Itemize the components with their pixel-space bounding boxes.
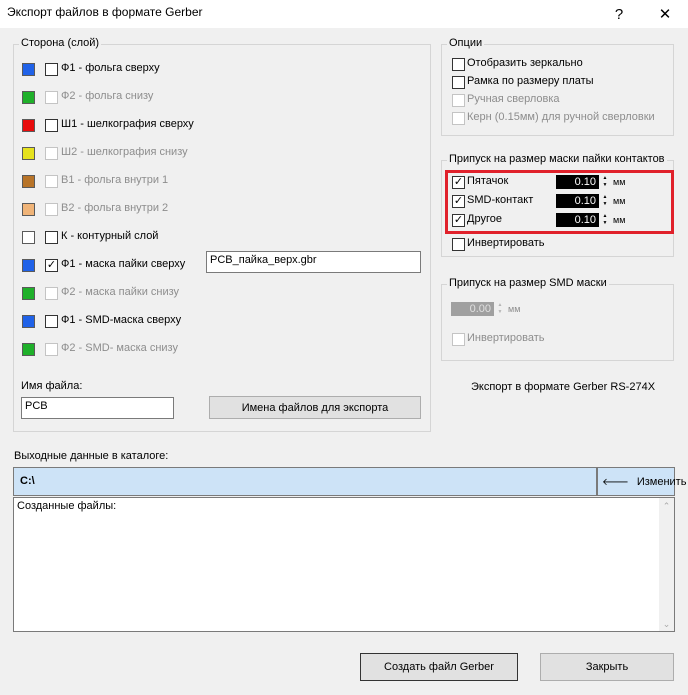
solder-mask-label: Другое <box>467 213 502 225</box>
option-checkbox[interactable] <box>452 76 465 89</box>
solder-mask-value[interactable]: 0.10 <box>556 175 599 189</box>
output-path: C:\ <box>13 467 597 496</box>
options-legend: Опции <box>447 37 485 49</box>
solder-mask-spinner[interactable]: ▲ ▼ <box>602 194 608 208</box>
solder-mask-invert-checkbox[interactable] <box>452 238 465 251</box>
smd-mask-spinner[interactable]: ▲ ▼ <box>497 302 503 316</box>
created-files-box <box>13 497 675 632</box>
solder-mask-spinner[interactable]: ▲ ▼ <box>602 213 608 227</box>
change-folder-label: Изменить <box>636 475 687 488</box>
layer-checkbox[interactable] <box>45 147 58 160</box>
layer-label: Ф2 - SMD- маска снизу <box>61 342 178 354</box>
layer-color-swatch <box>22 175 35 188</box>
layer-color-swatch <box>22 315 35 328</box>
scroll-up-icon[interactable]: ⌃ <box>660 500 673 512</box>
filename-label: Имя файла: <box>21 380 83 392</box>
arrow-left-icon: 🡐 <box>602 476 629 488</box>
layer-color-swatch <box>22 147 35 160</box>
option-label: Керн (0.15мм) для ручной сверловки <box>467 111 655 123</box>
layer-color-swatch <box>22 119 35 132</box>
format-note: Экспорт в формате Gerber RS-274X <box>471 381 656 393</box>
layer-checkbox[interactable]: ✓ <box>45 259 58 272</box>
layer-color-swatch <box>22 91 35 104</box>
solder-mask-value[interactable]: 0.10 <box>556 194 599 208</box>
layer-label: Ш2 - шелкография снизу <box>61 146 188 158</box>
smd-mask-invert-label: Инвертировать <box>467 332 545 344</box>
filename-input[interactable]: PCB <box>21 397 174 419</box>
layer-checkbox[interactable] <box>45 343 58 356</box>
option-checkbox[interactable] <box>452 94 465 107</box>
layer-label: В1 - фольга внутри 1 <box>61 174 169 186</box>
checkmark-icon: ✓ <box>453 176 464 188</box>
layer-label: К - контурный слой <box>61 230 159 242</box>
layer-checkbox[interactable] <box>45 63 58 76</box>
checkmark-icon: ✓ <box>453 214 464 226</box>
solder-mask-label: Пятачок <box>467 175 509 187</box>
layer-label: В2 - фольга внутри 2 <box>61 202 169 214</box>
change-folder-button[interactable]: 🡐 Изменить <box>597 467 686 496</box>
close-button[interactable]: Закрыть <box>540 653 674 681</box>
layer-filename-input[interactable]: PCB_пайка_верх.gbr <box>206 251 421 273</box>
solder-mask-invert-label: Инвертировать <box>467 237 545 249</box>
created-files-label: Созданные файлы: <box>17 500 117 512</box>
layer-color-swatch <box>22 63 35 76</box>
solder-mask-value[interactable]: 0.10 <box>556 213 599 227</box>
solder-mask-label: SMD-контакт <box>467 194 534 206</box>
solder-mask-checkbox[interactable]: ✓ <box>452 214 465 227</box>
layer-checkbox[interactable] <box>45 231 58 244</box>
checkmark-icon: ✓ <box>453 195 464 207</box>
layer-checkbox[interactable] <box>45 287 58 300</box>
solder-mask-checkbox[interactable]: ✓ <box>452 176 465 189</box>
layer-color-swatch <box>22 259 35 272</box>
layer-label: Ф1 - фольга сверху <box>61 62 160 74</box>
solder-mask-unit: мм <box>613 177 626 187</box>
export-filenames-button[interactable]: Имена файлов для экспорта <box>209 396 421 419</box>
solder-mask-spinner[interactable]: ▲ ▼ <box>602 175 608 189</box>
layer-label: Ф2 - маска пайки снизу <box>61 286 180 298</box>
layer-checkbox[interactable] <box>45 119 58 132</box>
help-button[interactable]: ? <box>596 0 642 28</box>
created-files-scrollbar[interactable] <box>659 498 674 631</box>
smd-mask-group <box>441 284 674 361</box>
solder-mask-legend: Припуск на размер маски пайки контактов <box>447 153 667 165</box>
close-window-button[interactable]: ✕ <box>642 0 688 28</box>
layer-checkbox[interactable] <box>45 315 58 328</box>
smd-mask-legend: Припуск на размер SMD маски <box>447 277 609 289</box>
layer-label: Ф1 - маска пайки сверху <box>61 258 186 270</box>
layer-checkbox[interactable] <box>45 175 58 188</box>
layer-label: Ф2 - фольга снизу <box>61 90 154 102</box>
option-checkbox[interactable] <box>452 58 465 71</box>
solder-mask-checkbox[interactable]: ✓ <box>452 195 465 208</box>
layer-color-swatch <box>22 287 35 300</box>
create-gerber-button[interactable]: Создать файл Gerber <box>360 653 518 681</box>
option-label: Отобразить зеркально <box>467 57 583 69</box>
layer-color-swatch <box>22 231 35 244</box>
option-checkbox[interactable] <box>452 112 465 125</box>
layer-checkbox[interactable] <box>45 203 58 216</box>
layer-color-swatch <box>22 343 35 356</box>
side-layer-legend: Сторона (слой) <box>19 37 102 49</box>
smd-mask-unit: мм <box>508 304 521 314</box>
solder-mask-unit: мм <box>613 215 626 225</box>
layer-color-swatch <box>22 203 35 216</box>
option-label: Рамка по размеру платы <box>467 75 594 87</box>
checkmark-icon: ✓ <box>46 259 57 271</box>
output-label: Выходные данные в каталоге: <box>14 450 169 462</box>
layer-label: Ш1 - шелкография сверху <box>61 118 194 130</box>
layer-checkbox[interactable] <box>45 91 58 104</box>
solder-mask-unit: мм <box>613 196 626 206</box>
smd-mask-value[interactable]: 0.00 <box>451 302 494 316</box>
scroll-down-icon[interactable]: ⌄ <box>660 618 673 630</box>
smd-mask-invert-checkbox[interactable] <box>452 333 465 346</box>
window-title: Экспорт файлов в формате Gerber <box>7 5 203 19</box>
layer-label: Ф1 - SMD-маска сверху <box>61 314 182 326</box>
option-label: Ручная сверловка <box>467 93 560 105</box>
